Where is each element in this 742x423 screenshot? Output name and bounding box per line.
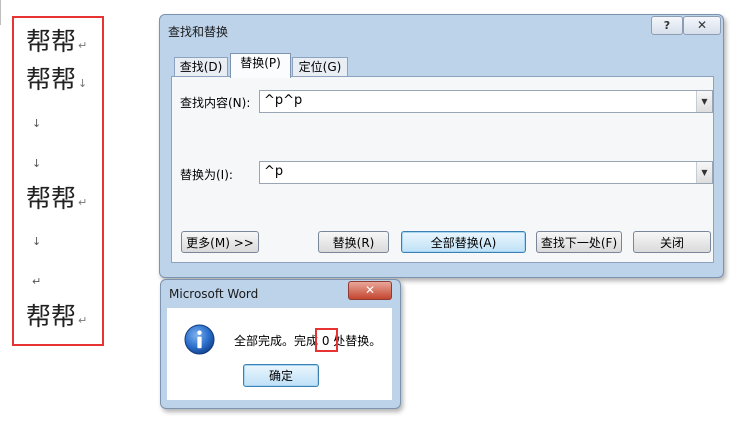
message-box-title: Microsoft Word: [169, 287, 259, 301]
message-box-body: 全部完成。完成 0 处替换。 确定: [167, 308, 392, 400]
ok-button[interactable]: 确定: [243, 364, 319, 387]
paragraph-mark-icon: ↵: [32, 275, 42, 288]
document-line[interactable]: ↓: [32, 108, 41, 136]
dialog-title: 查找和替换: [168, 25, 229, 39]
paragraph-mark-icon: ↵: [78, 38, 88, 52]
line-break-mark-icon: ↓: [32, 117, 42, 130]
line-break-mark-icon: ↓: [78, 76, 88, 90]
document-line[interactable]: 帮帮 ↵: [26, 185, 87, 213]
document-text: 帮帮: [26, 302, 77, 331]
find-input[interactable]: ^p^p ▼: [259, 90, 713, 113]
line-break-mark-icon: ↓: [32, 235, 42, 248]
close-icon[interactable]: ✕: [348, 281, 392, 300]
replace-all-button[interactable]: 全部替换(A): [401, 231, 526, 253]
document-margin-line: [0, 0, 1, 25]
line-break-mark-icon: ↓: [32, 157, 42, 170]
find-replace-dialog: 查找和替换 ? ✕ 查找(D) 替换(P) 定位(G) 查找内容(N): ^p^…: [159, 14, 724, 278]
document-text: 帮帮: [26, 65, 77, 94]
document-line[interactable]: ↵: [32, 266, 41, 294]
document-text: 帮帮: [26, 184, 77, 213]
close-button[interactable]: 关闭: [633, 231, 711, 253]
info-icon: [184, 324, 215, 355]
chevron-down-icon[interactable]: ▼: [696, 91, 712, 112]
find-input-value: ^p^p: [264, 93, 303, 108]
replace-button[interactable]: 替换(R): [318, 231, 389, 253]
document-line[interactable]: 帮帮 ↓: [26, 66, 87, 94]
document-highlight-box: 帮帮 ↵ 帮帮 ↓ ↓ ↓ 帮帮 ↵ ↓ ↵ 帮帮 ↵: [12, 16, 104, 346]
more-button[interactable]: 更多(M) >>: [181, 231, 259, 253]
document-line[interactable]: 帮帮 ↵: [26, 28, 87, 56]
close-icon[interactable]: ✕: [683, 16, 721, 35]
document-line[interactable]: ↓: [32, 226, 41, 254]
replace-input[interactable]: ^p ▼: [259, 161, 713, 184]
paragraph-mark-icon: ↵: [78, 313, 88, 327]
document-line[interactable]: ↓: [32, 148, 41, 176]
paragraph-mark-icon: ↵: [78, 195, 88, 209]
replace-input-value: ^p: [264, 164, 284, 179]
message-text: 全部完成。完成 0 处替换。: [234, 334, 382, 348]
document-text: 帮帮: [26, 27, 77, 56]
find-next-button[interactable]: 查找下一处(F): [536, 231, 622, 253]
help-button[interactable]: ?: [651, 16, 683, 35]
replace-panel: 查找内容(N): ^p^p ▼ 替换为(I): ^p ▼ 更多(M) >> 替换…: [171, 76, 714, 263]
tab-find[interactable]: 查找(D): [174, 57, 228, 77]
message-box: Microsoft Word ✕ 全部完成。完成 0 处替换。 确定: [160, 279, 401, 409]
document-line[interactable]: 帮帮 ↵: [26, 303, 87, 331]
chevron-down-icon[interactable]: ▼: [696, 162, 712, 183]
find-label: 查找内容(N):: [180, 96, 251, 110]
count-highlight-box: [315, 328, 338, 352]
tab-goto[interactable]: 定位(G): [292, 57, 348, 77]
tab-replace[interactable]: 替换(P): [230, 53, 291, 78]
replace-label: 替换为(I):: [180, 168, 233, 182]
